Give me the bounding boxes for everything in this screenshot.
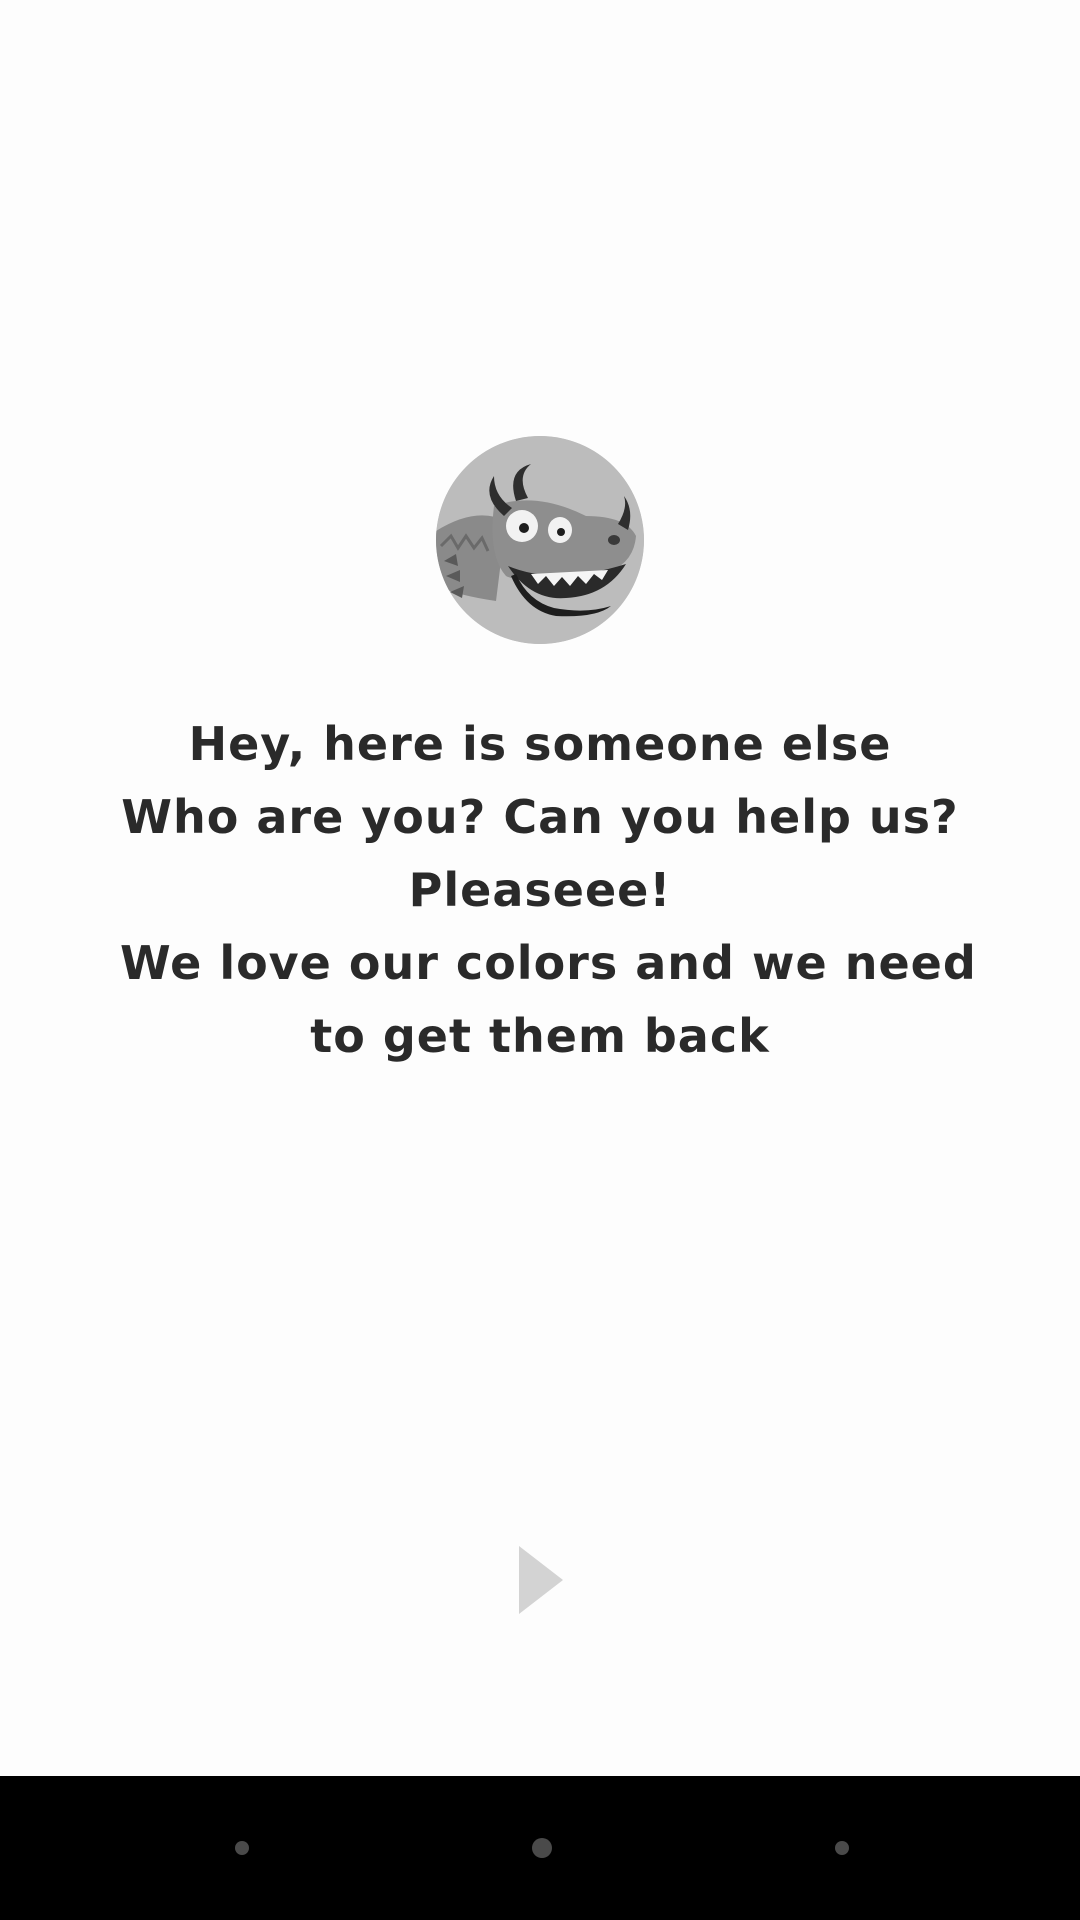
play-icon bbox=[519, 1546, 563, 1614]
navigation-bar bbox=[0, 1776, 1080, 1920]
nav-recents-button[interactable] bbox=[802, 1808, 882, 1888]
story-line: Pleaseee! bbox=[408, 863, 672, 917]
back-dot-icon bbox=[235, 1841, 249, 1855]
story-content: Hey, here is someone else Who are you? C… bbox=[0, 0, 1080, 1776]
story-message: Hey, here is someone else Who are you? C… bbox=[120, 708, 977, 1073]
story-line: to get them back bbox=[310, 1009, 770, 1063]
nav-back-button[interactable] bbox=[202, 1808, 282, 1888]
story-line: Hey, here is someone else bbox=[188, 717, 892, 771]
recents-dot-icon bbox=[835, 1841, 849, 1855]
story-line: Who are you? Can you help us? bbox=[121, 790, 959, 844]
story-screen: Hey, here is someone else Who are you? C… bbox=[0, 0, 1080, 1920]
dragon-character-icon bbox=[436, 436, 644, 644]
character-avatar bbox=[436, 436, 644, 644]
story-line: We love our colors and we need bbox=[120, 936, 977, 990]
nav-home-button[interactable] bbox=[502, 1808, 582, 1888]
home-dot-icon bbox=[532, 1838, 552, 1858]
next-button[interactable] bbox=[505, 1540, 575, 1620]
